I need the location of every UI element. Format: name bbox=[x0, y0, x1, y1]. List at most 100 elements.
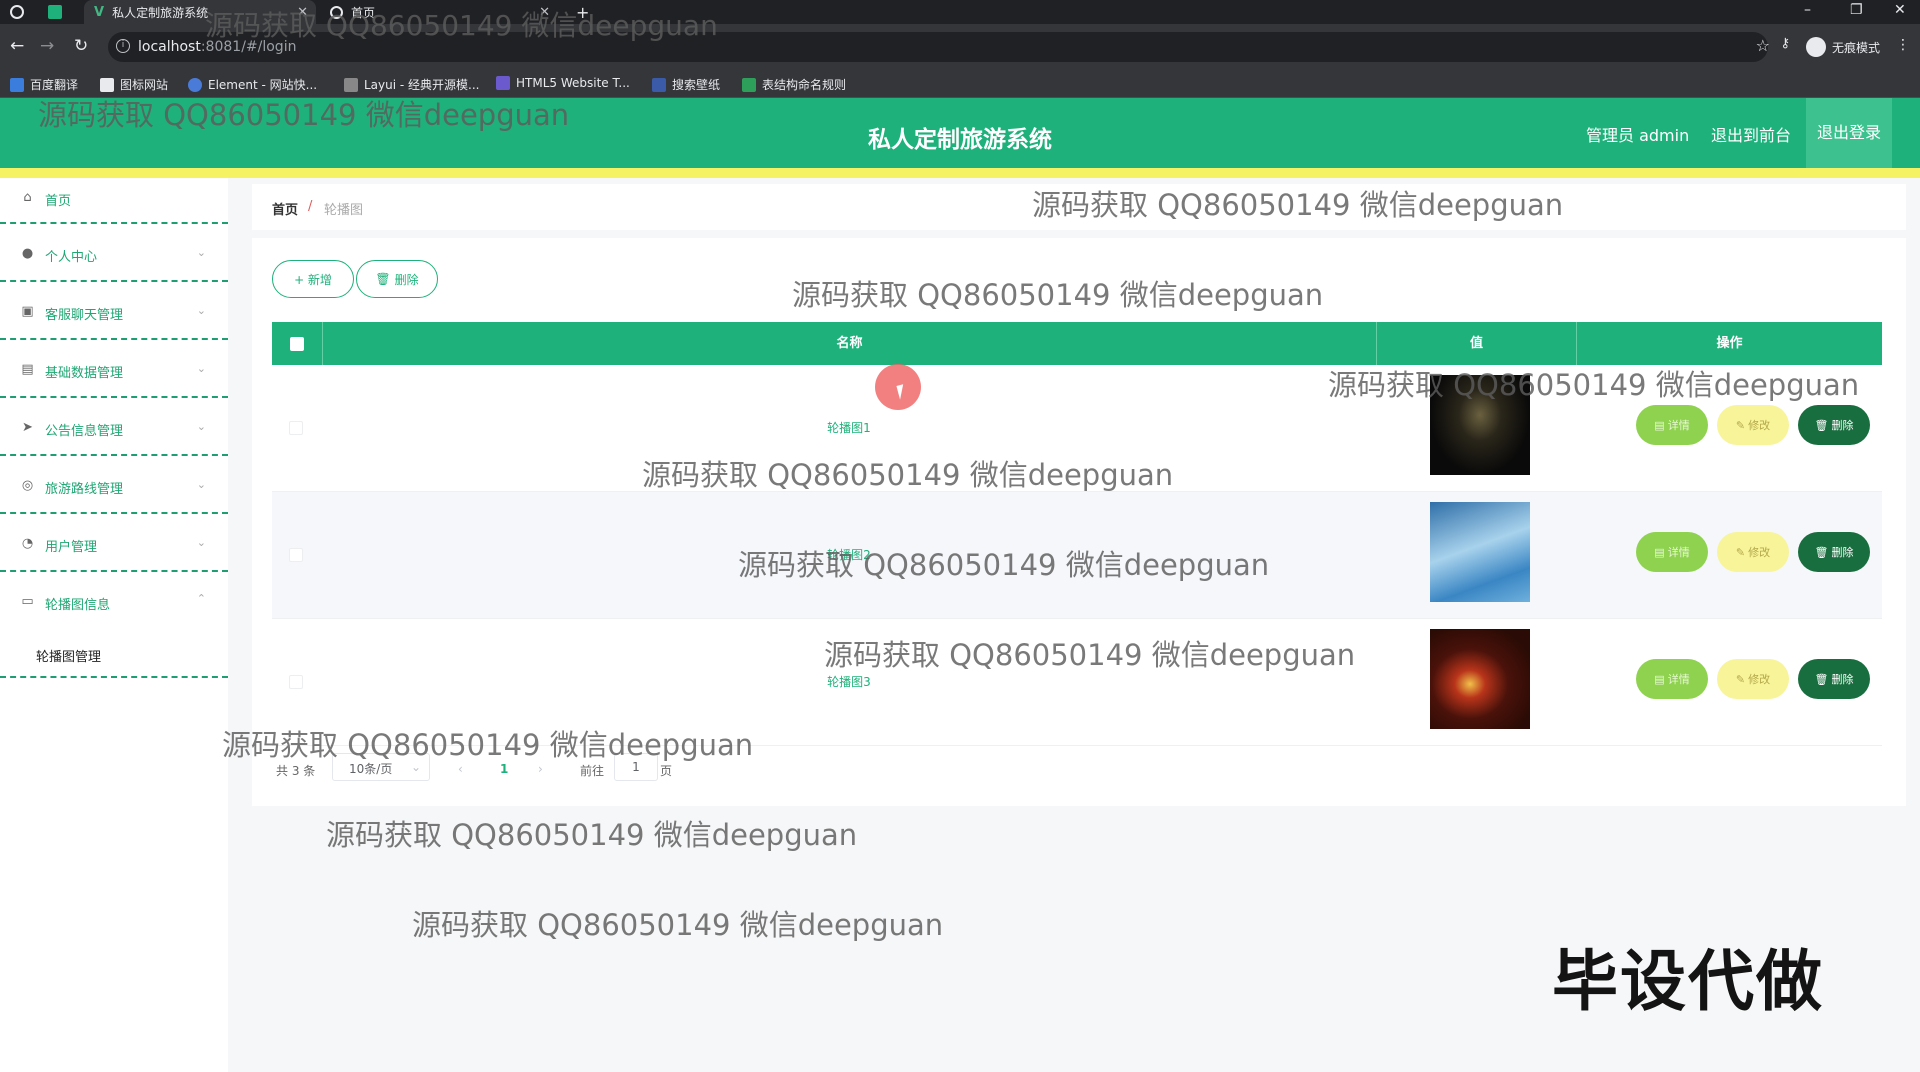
incognito-indicator[interactable]: 无痕模式 bbox=[1805, 37, 1880, 57]
sidebar-item-label: 旅游路线管理 bbox=[45, 482, 124, 497]
goto-prefix: 前往 bbox=[580, 764, 605, 778]
bookmark-item[interactable]: Element - 网站快... bbox=[188, 76, 317, 93]
row-name: 轮播图1 bbox=[827, 421, 871, 435]
send-icon: ➤ bbox=[22, 420, 33, 435]
sidebar-item-label: 轮播图信息 bbox=[45, 598, 111, 613]
page-size-value: 10条/页 bbox=[349, 762, 393, 776]
batch-delete-label: 删除 bbox=[394, 272, 419, 287]
chevron-down-icon: ⌄ bbox=[196, 246, 206, 259]
delete-button[interactable]: 🗑 删除 bbox=[1798, 659, 1870, 699]
reload-icon[interactable]: ↻ bbox=[74, 36, 88, 56]
breadcrumb-home[interactable]: 首页 bbox=[272, 199, 298, 218]
back-icon[interactable]: ← bbox=[10, 36, 24, 56]
to-front-link[interactable]: 退出到前台 bbox=[1711, 122, 1791, 146]
column-header-actions: 操作 bbox=[1576, 322, 1882, 365]
bookmark-item[interactable]: HTML5 Website T... bbox=[496, 76, 630, 90]
browser-menu-icon[interactable] bbox=[10, 0, 30, 24]
carousel-thumbnail[interactable] bbox=[1430, 629, 1530, 729]
trash-icon: 🗑 bbox=[1814, 418, 1829, 432]
sidebar-item-carousel[interactable]: ▭ 轮播图信息 ⌃ 轮播图管理 bbox=[0, 572, 228, 678]
window-close-icon[interactable]: ✕ bbox=[1894, 2, 1906, 18]
extension-icon[interactable] bbox=[48, 0, 68, 24]
bookmark-icon bbox=[496, 76, 510, 90]
vue-icon: V bbox=[94, 4, 105, 20]
edit-button[interactable]: ✎ 修改 bbox=[1717, 659, 1789, 699]
app-header: 私人定制旅游系统 管理员 admin 退出到前台 退出登录 bbox=[0, 98, 1920, 168]
select-all-checkbox[interactable] bbox=[290, 337, 304, 351]
bookmark-item[interactable]: 百度翻译 bbox=[10, 76, 78, 93]
table-row: 轮播图2 ▤ 详情 ✎ 修改 🗑 删除 bbox=[272, 492, 1882, 619]
bookmark-icon bbox=[10, 77, 24, 92]
goto-page-input[interactable]: 1 bbox=[614, 753, 658, 781]
row-checkbox[interactable] bbox=[289, 421, 303, 435]
restore-icon[interactable]: ❐ bbox=[1850, 2, 1863, 18]
bookmark-icon bbox=[652, 77, 666, 92]
tab-title: 首页 bbox=[351, 5, 376, 20]
sidebar-item-users[interactable]: ◔ 用户管理 ⌄ bbox=[0, 514, 228, 572]
sidebar-item-route[interactable]: ◎ 旅游路线管理 ⌄ bbox=[0, 456, 228, 514]
bookmark-star-icon[interactable]: ☆ bbox=[1756, 36, 1770, 55]
sidebar-item-notice[interactable]: ➤ 公告信息管理 ⌄ bbox=[0, 398, 228, 456]
bookmark-item[interactable]: 图标网站 bbox=[100, 76, 168, 93]
bookmark-item[interactable]: Layui - 经典开源模... bbox=[344, 76, 479, 93]
pencil-icon: ✎ bbox=[1735, 545, 1746, 559]
page-number-current[interactable]: 1 bbox=[500, 762, 508, 776]
key-icon[interactable]: ⚷ bbox=[1780, 36, 1790, 51]
minimize-icon[interactable]: – bbox=[1804, 2, 1811, 18]
url-input[interactable]: i localhost:8081/#/login bbox=[108, 32, 1768, 62]
close-icon[interactable]: ✕ bbox=[297, 5, 308, 20]
row-checkbox[interactable] bbox=[289, 675, 303, 689]
globe-icon bbox=[330, 5, 343, 19]
close-icon[interactable]: ✕ bbox=[539, 5, 550, 20]
bookmark-label: HTML5 Website T... bbox=[516, 76, 630, 90]
bookmark-icon bbox=[344, 77, 358, 92]
sidebar-subitem-carousel-manage[interactable]: 轮播图管理 bbox=[36, 646, 101, 665]
detail-label: 详情 bbox=[1667, 419, 1690, 432]
carousel-thumbnail[interactable] bbox=[1430, 375, 1530, 475]
sidebar-item-home[interactable]: ⌂ 首页 bbox=[0, 178, 228, 224]
bookmark-label: Layui - 经典开源模... bbox=[364, 78, 480, 92]
detail-button[interactable]: ▤ 详情 bbox=[1636, 405, 1708, 445]
prev-page-icon[interactable]: ‹ bbox=[458, 762, 463, 776]
delete-button[interactable]: 🗑 删除 bbox=[1798, 532, 1870, 572]
tab-active[interactable]: V 私人定制旅游系统 ✕ bbox=[84, 0, 316, 24]
sidebar-item-label: 用户管理 bbox=[45, 540, 98, 555]
sidebar-item-label: 客服聊天管理 bbox=[45, 308, 124, 323]
bookmark-label: 表结构命名规则 bbox=[762, 78, 847, 92]
page-size-select[interactable]: 10条/页 ⌄ bbox=[332, 753, 430, 781]
more-menu-icon[interactable]: ⋮ bbox=[1896, 37, 1910, 53]
new-tab-button[interactable]: + bbox=[576, 0, 594, 24]
row-name: 轮播图3 bbox=[827, 675, 871, 689]
bookmark-icon bbox=[742, 77, 756, 92]
delete-button[interactable]: 🗑 删除 bbox=[1798, 405, 1870, 445]
sidebar-item-label: 公告信息管理 bbox=[45, 424, 124, 439]
detail-button[interactable]: ▤ 详情 bbox=[1636, 532, 1708, 572]
edit-button[interactable]: ✎ 修改 bbox=[1717, 405, 1789, 445]
row-checkbox[interactable] bbox=[289, 548, 303, 562]
tab-home[interactable]: 首页 ✕ bbox=[330, 0, 558, 24]
forward-icon[interactable]: → bbox=[40, 36, 54, 56]
chevron-down-icon: ⌄ bbox=[196, 478, 206, 491]
detail-button[interactable]: ▤ 详情 bbox=[1636, 659, 1708, 699]
bookmark-item[interactable]: 表结构命名规则 bbox=[742, 76, 846, 93]
bookmarks-bar: 百度翻译 图标网站 Element - 网站快... Layui - 经典开源模… bbox=[0, 70, 1920, 98]
sidebar-item-label: 基础数据管理 bbox=[45, 366, 124, 381]
logout-button[interactable]: 退出登录 bbox=[1806, 98, 1892, 168]
batch-delete-button[interactable]: 🗑 删除 bbox=[356, 260, 438, 298]
bookmark-label: 搜索壁纸 bbox=[672, 78, 721, 92]
chevron-down-icon: ⌄ bbox=[196, 420, 206, 433]
add-button[interactable]: + 新增 bbox=[272, 260, 354, 298]
carousel-thumbnail[interactable] bbox=[1430, 502, 1530, 602]
database-icon: ▤ bbox=[21, 362, 34, 377]
table-row: 轮播图1 ▤ 详情 ✎ 修改 🗑 删除 bbox=[272, 365, 1882, 492]
next-page-icon[interactable]: › bbox=[538, 762, 543, 776]
sidebar-item-chat[interactable]: ▣ 客服聊天管理 ⌄ bbox=[0, 282, 228, 340]
sidebar-item-profile[interactable]: ● 个人中心 ⌄ bbox=[0, 224, 228, 282]
bookmark-item[interactable]: 搜索壁纸 bbox=[652, 76, 720, 93]
chevron-down-icon: ⌄ bbox=[410, 760, 421, 774]
trash-icon: 🗑 bbox=[375, 272, 391, 286]
info-icon[interactable]: i bbox=[116, 39, 130, 53]
sidebar-item-basedata[interactable]: ▤ 基础数据管理 ⌄ bbox=[0, 340, 228, 398]
edit-button[interactable]: ✎ 修改 bbox=[1717, 532, 1789, 572]
doc-icon: ▤ bbox=[1654, 545, 1665, 559]
